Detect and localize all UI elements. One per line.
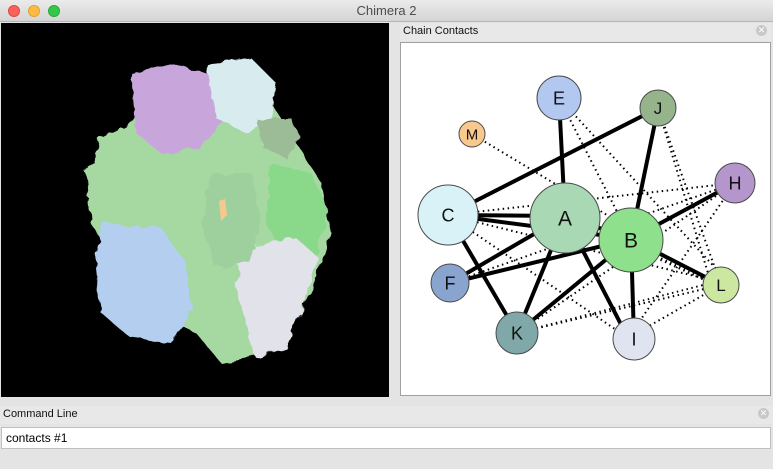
contact-graph-svg: A B C E F H I J K L M	[417, 75, 756, 361]
chain-node-label: F	[445, 273, 456, 293]
window-title: Chimera 2	[356, 3, 417, 18]
chain-node-label: M	[466, 126, 479, 143]
chain-node-label: A	[558, 208, 572, 231]
chain-contacts-graph[interactable]: A B C E F H I J K L M	[400, 42, 771, 396]
chain-node-label: B	[624, 230, 638, 253]
chain-node-label: E	[553, 88, 565, 108]
molecule-viewer[interactable]	[1, 23, 389, 397]
command-line-title: Command Line	[3, 408, 78, 420]
chain-node-label: L	[716, 276, 725, 295]
command-line-header: Command Line ✕	[0, 406, 773, 424]
chain-node-label: I	[631, 329, 636, 349]
window-titlebar: Chimera 2	[0, 0, 773, 22]
chain-node-label: C	[442, 205, 455, 225]
status-bar	[0, 450, 773, 469]
chain-contacts-title: Chain Contacts	[403, 25, 479, 37]
close-command-line-icon[interactable]: ✕	[758, 408, 769, 419]
chain-contacts-header: Chain Contacts ✕	[400, 23, 771, 41]
chain-node-label: H	[729, 173, 742, 193]
chain-node-label: K	[511, 323, 523, 343]
molecular-surface-graphic	[86, 58, 331, 363]
command-input[interactable]	[1, 427, 771, 449]
chain-node-label: J	[654, 99, 663, 118]
close-chain-contacts-icon[interactable]: ✕	[756, 25, 767, 36]
